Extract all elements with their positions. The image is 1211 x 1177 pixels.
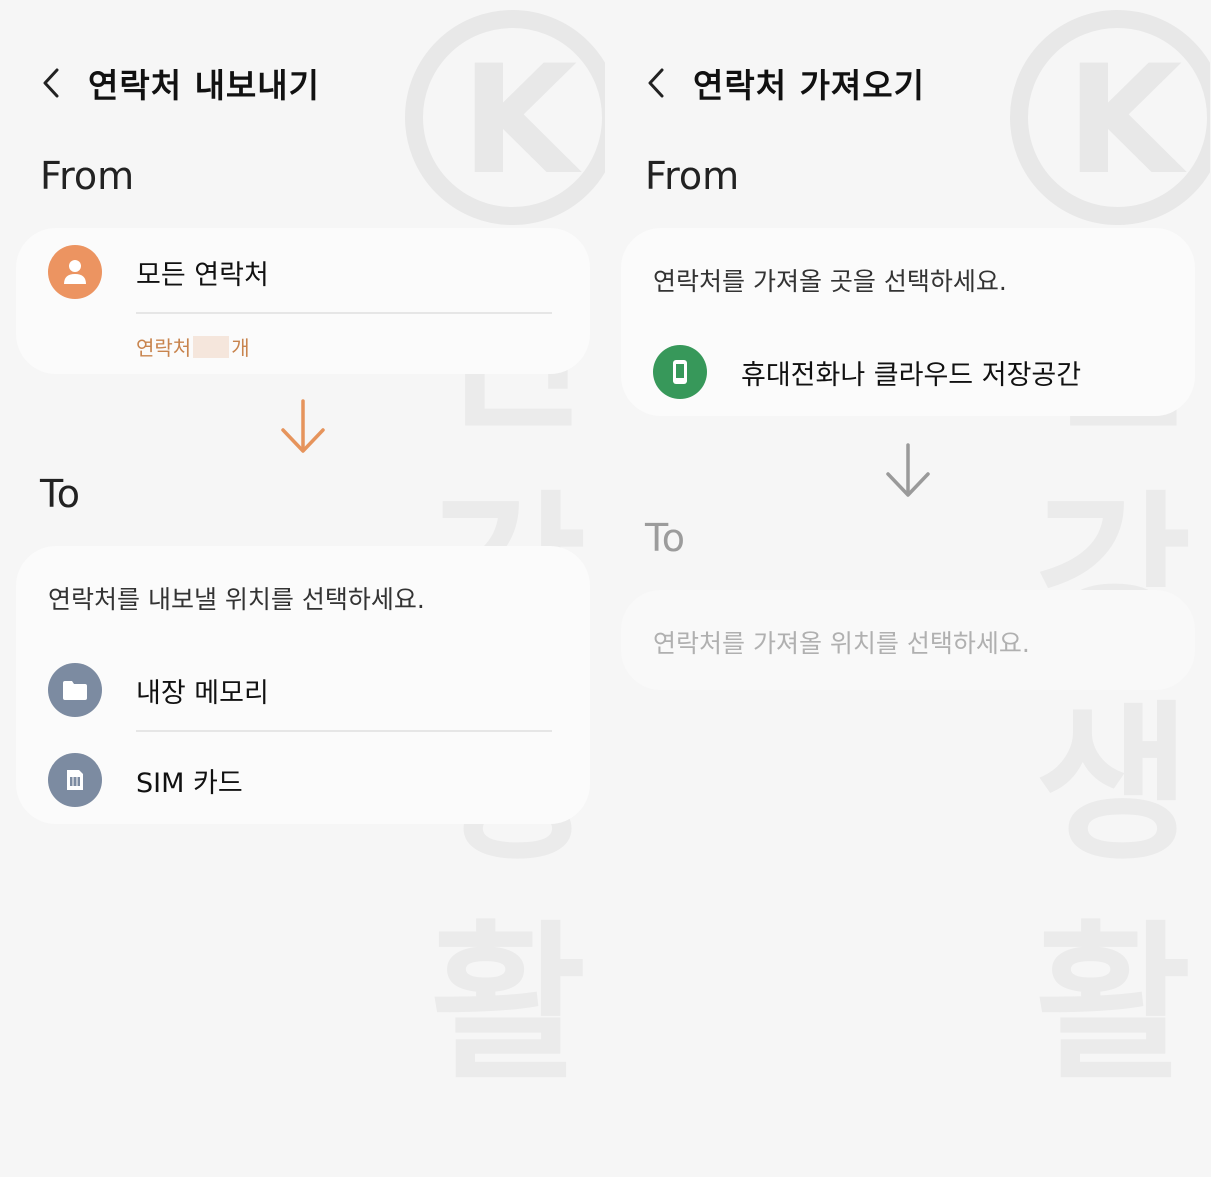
chevron-left-icon: [43, 68, 59, 98]
target-prompt: 연락처를 내보낼 위치를 선택하세요.: [48, 585, 425, 614]
back-button[interactable]: [641, 63, 671, 103]
header: 연락처 내보내기: [36, 58, 320, 108]
target-card: 연락처를 내보낼 위치를 선택하세요. 내장 메모리 SIM 카드: [16, 546, 590, 824]
watermark-logo: K: [405, 10, 605, 225]
phone-or-cloud-item[interactable]: 휴대전화나 클라우드 저장공간: [621, 344, 1195, 400]
to-label: To: [645, 516, 686, 560]
contact-person-icon: [48, 245, 102, 299]
watermark-char: 활: [430, 906, 587, 1104]
count-prefix: 연락처: [136, 336, 192, 360]
sim-card-item[interactable]: SIM 카드: [16, 752, 590, 808]
count-suffix: 개: [231, 336, 250, 360]
arrow-down-icon: [281, 399, 325, 453]
contact-count: 연락처 개: [136, 332, 250, 361]
export-contacts-screen: K 건 강 생 활 연락처 내보내기 From 모든: [0, 0, 605, 1177]
sim-card-label: SIM 카드: [136, 767, 243, 799]
folder-icon: [48, 663, 102, 717]
source-card: 모든 연락처 연락처 개: [16, 228, 590, 374]
internal-storage-item[interactable]: 내장 메모리: [16, 662, 590, 718]
arrow-down-icon: [886, 443, 930, 497]
target-card: 연락처를 가져올 위치를 선택하세요.: [621, 590, 1195, 690]
source-card: 연락처를 가져올 곳을 선택하세요. 휴대전화나 클라우드 저장공간: [621, 228, 1195, 416]
phone-icon: [653, 345, 707, 399]
target-prompt: 연락처를 가져올 위치를 선택하세요.: [653, 629, 1030, 658]
watermark-logo: K: [1010, 10, 1210, 225]
from-label: From: [645, 154, 740, 198]
divider: [136, 730, 552, 732]
all-contacts-item[interactable]: 모든 연락처: [16, 244, 590, 300]
all-contacts-label: 모든 연락처: [136, 259, 269, 291]
page-title: 연락처 가져오기: [693, 66, 926, 105]
chevron-left-icon: [648, 68, 664, 98]
page-title: 연락처 내보내기: [88, 66, 321, 105]
phone-or-cloud-label: 휴대전화나 클라우드 저장공간: [741, 359, 1082, 391]
watermark-char: 생: [1035, 686, 1192, 884]
watermark-char: 활: [1035, 906, 1192, 1104]
back-button[interactable]: [36, 63, 66, 103]
header: 연락처 가져오기: [641, 58, 925, 108]
from-label: From: [40, 154, 135, 198]
count-value-redacted: [193, 335, 230, 358]
source-prompt: 연락처를 가져올 곳을 선택하세요.: [653, 267, 1007, 296]
import-contacts-screen: K 건 강 생 활 연락처 가져오기 From 연락처를 가져올 곳을 선택하세…: [605, 0, 1210, 1177]
divider: [136, 312, 552, 314]
sim-card-icon: [48, 753, 102, 807]
to-label: To: [40, 472, 81, 516]
internal-storage-label: 내장 메모리: [136, 677, 269, 709]
